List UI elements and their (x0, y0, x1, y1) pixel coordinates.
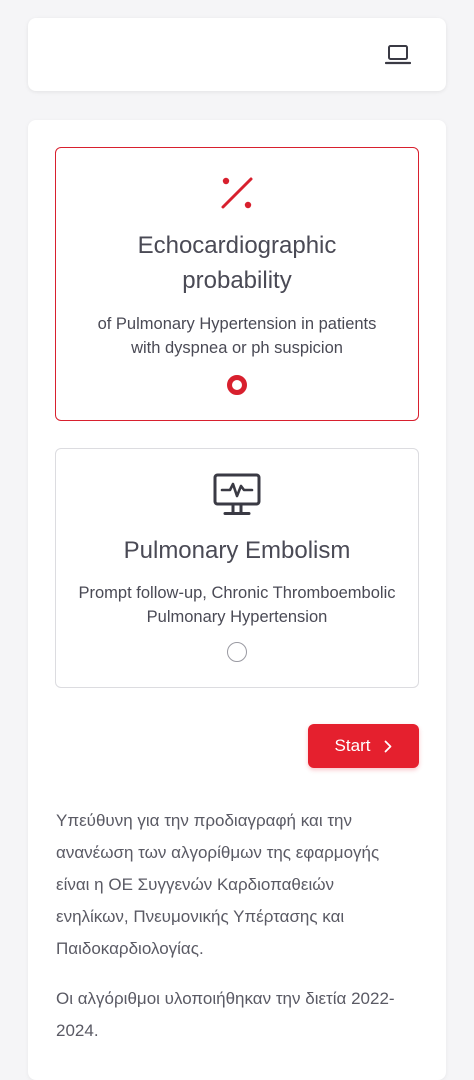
info-paragraph-responsibility: Υπεύθυνη για την προδιαγραφή και την ανα… (56, 811, 380, 958)
option-radio-selected[interactable] (227, 375, 247, 395)
option-pulmonary-embolism[interactable]: Pulmonary Embolism Prompt follow-up, Chr… (55, 448, 419, 688)
start-button-label: Start (334, 736, 371, 755)
laptop-icon (385, 45, 411, 65)
option-title: Echocardiographic probability (137, 232, 337, 294)
chevron-right-icon (385, 740, 392, 752)
option-radio-unselected[interactable] (227, 642, 247, 662)
option-description: of Pulmonary Hypertension in patients wi… (97, 315, 377, 357)
option-icon-wrapper (56, 473, 418, 517)
monitor-heartbeat-icon (213, 473, 261, 515)
top-bar (28, 18, 446, 91)
option-title: Pulmonary Embolism (123, 537, 351, 564)
main-panel: Echocardiographic probability of Pulmona… (28, 120, 446, 1080)
option-icon-wrapper (56, 176, 418, 210)
info-paragraph-implementation: Οι αλγόριθμοι υλοποιήθηκαν την διετία 20… (56, 989, 395, 1040)
start-button[interactable]: Start (308, 724, 419, 768)
percent-icon (221, 177, 253, 209)
option-echocardiographic-probability[interactable]: Echocardiographic probability of Pulmona… (55, 147, 419, 421)
option-description: Prompt follow-up, Chronic Thromboembolic… (78, 584, 396, 626)
device-toggle-button[interactable] (384, 42, 412, 68)
